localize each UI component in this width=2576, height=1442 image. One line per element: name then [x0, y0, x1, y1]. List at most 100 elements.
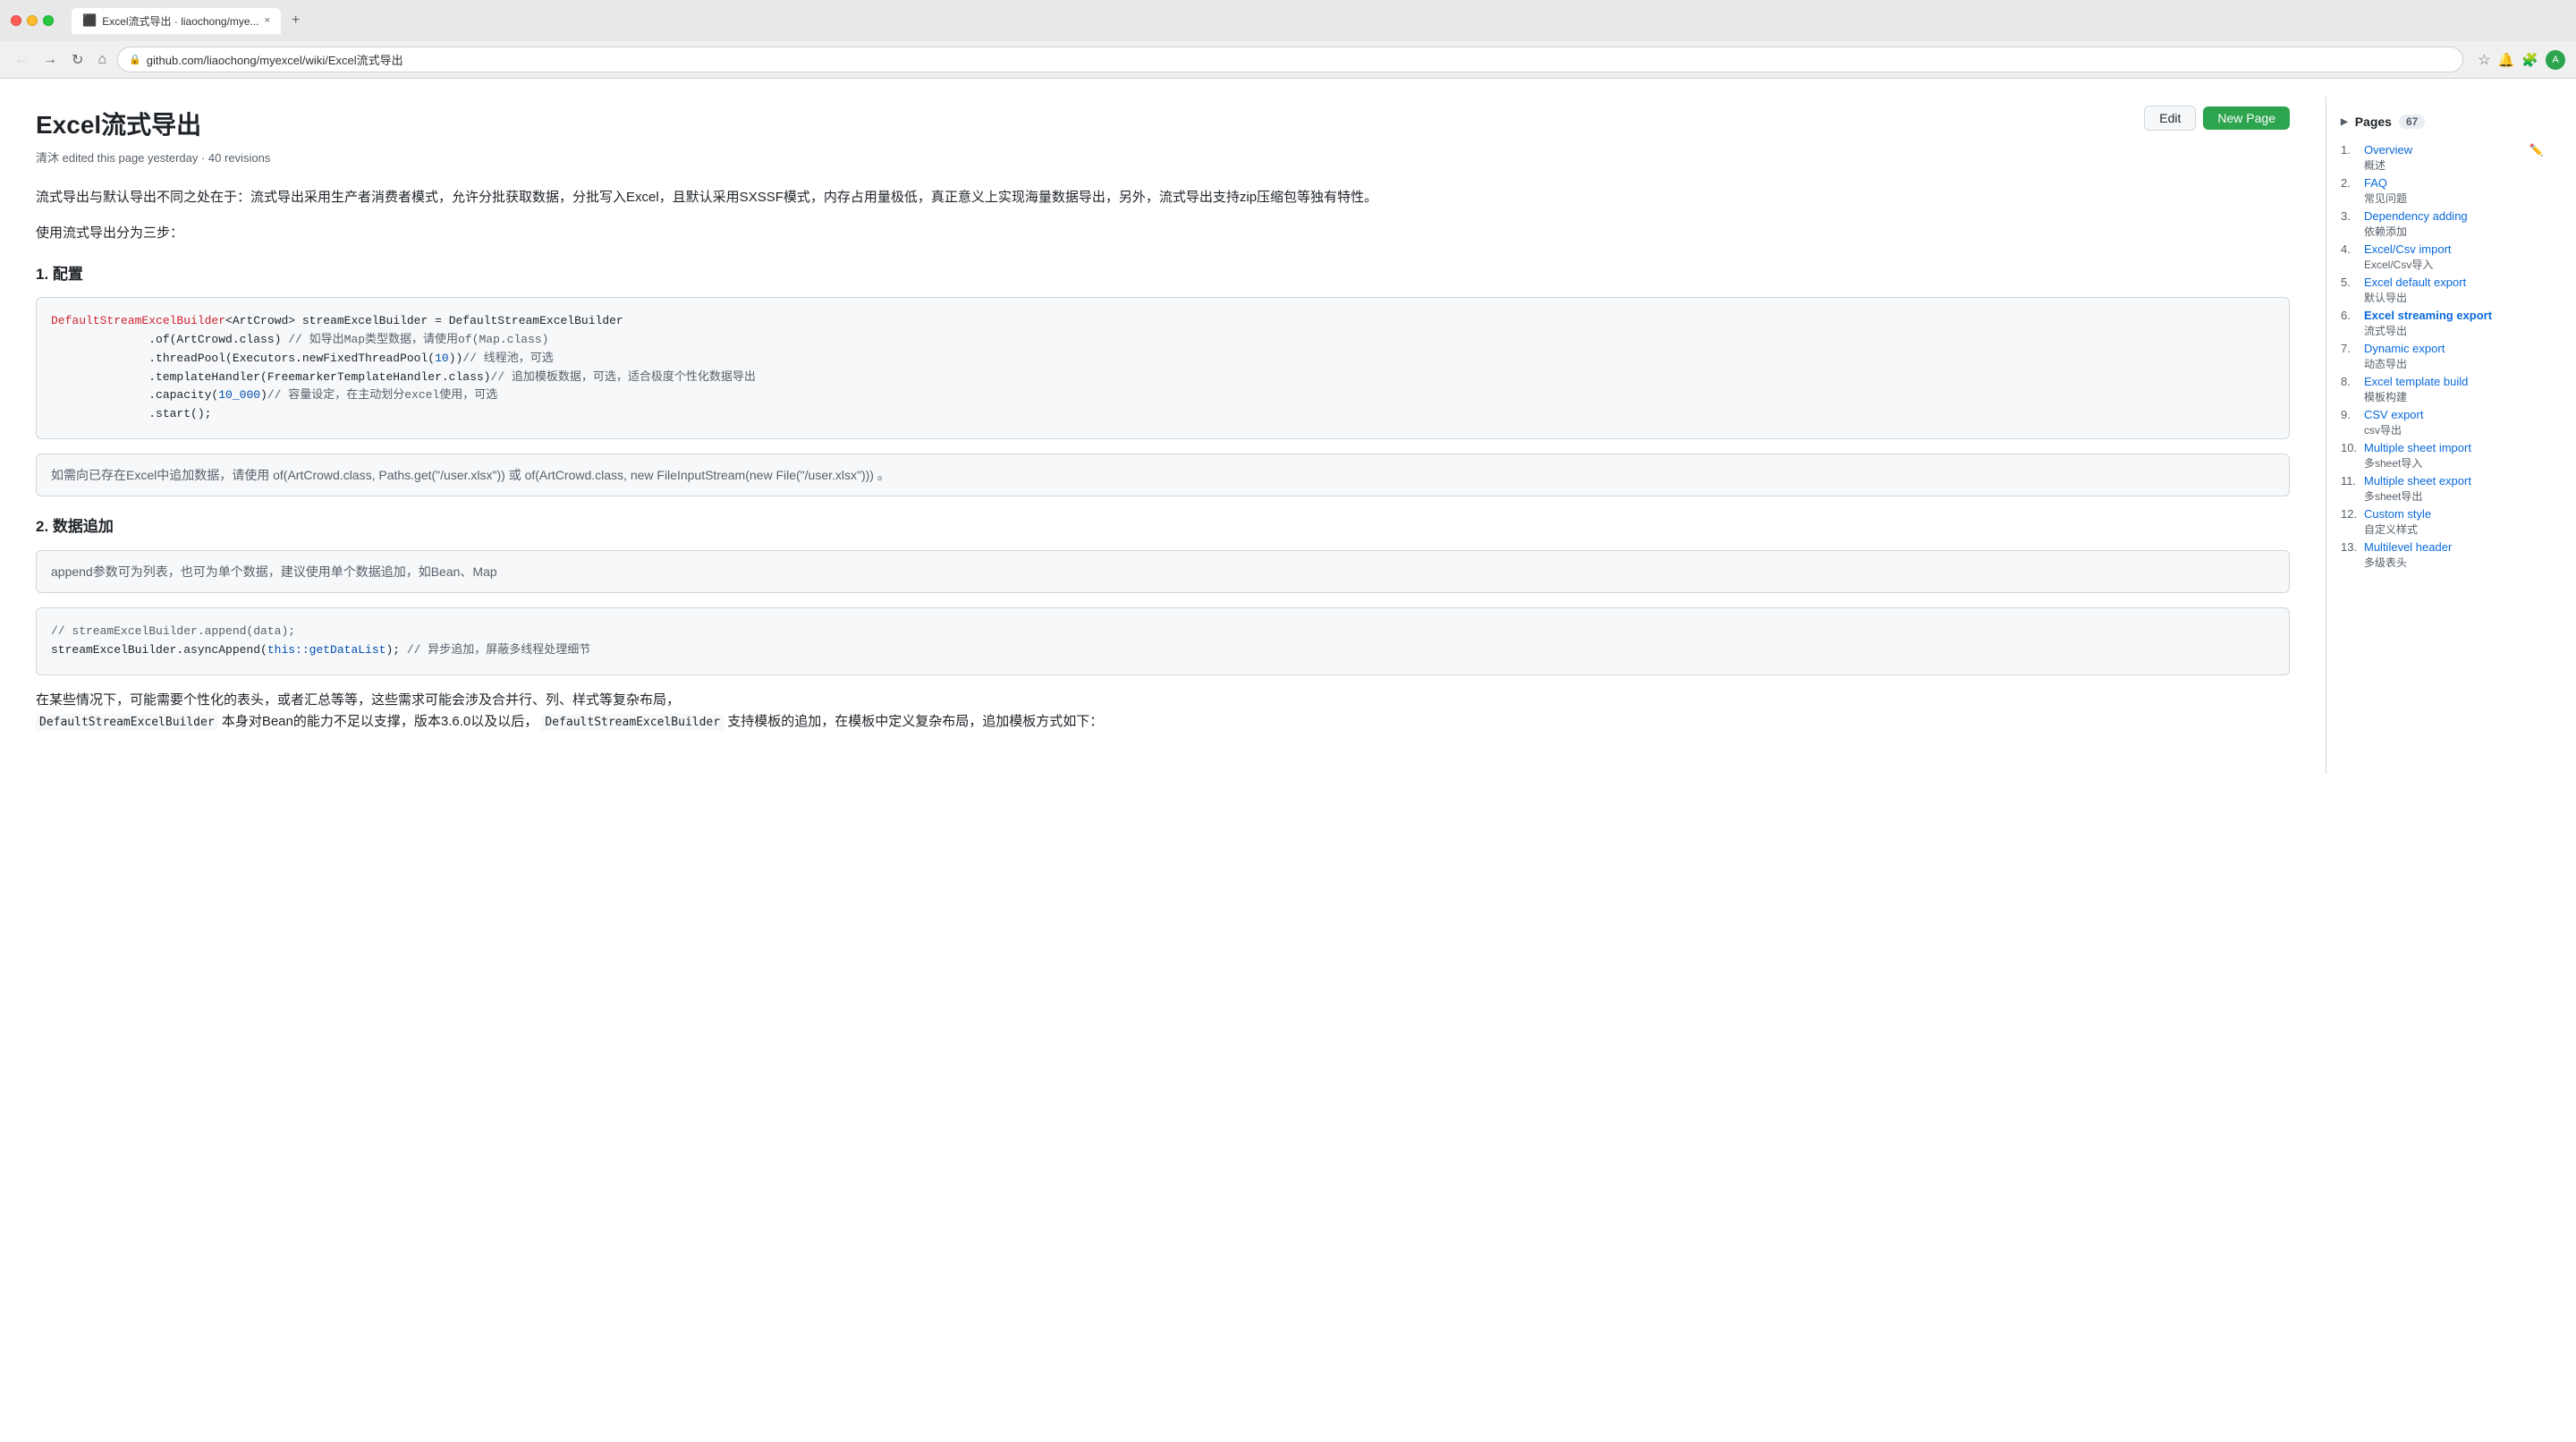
- traffic-lights: [11, 15, 54, 26]
- lock-icon: 🔒: [129, 54, 141, 65]
- address-right-icons: ☆ 🔔 🧩 A: [2478, 50, 2565, 70]
- nav-link-cn: csv导出: [2364, 422, 2423, 437]
- item-number: 1.: [2341, 143, 2360, 157]
- nav-link-en[interactable]: Dependency adding: [2364, 209, 2468, 223]
- wiki-body: 流式导出与默认导出不同之处在于：流式导出采用生产者消费者模式，允许分批获取数据，…: [36, 187, 2290, 733]
- note-block-2: append参数可为列表，也可为单个数据，建议使用单个数据追加，如Bean、Ma…: [36, 550, 2290, 593]
- code-block-1: DefaultStreamExcelBuilder<ArtCrowd> stre…: [36, 297, 2290, 439]
- nav-link-en[interactable]: Excel default export: [2364, 276, 2466, 289]
- nav-link-cn: 自定义样式: [2364, 522, 2431, 537]
- wiki-nav-list: 1. Overview 概述 ✏️ 2. FAQ 常见问题: [2341, 143, 2544, 570]
- title-bar: ⬛ Excel流式导出 · liaochong/mye... × +: [0, 0, 2576, 41]
- nav-link-en[interactable]: Multiple sheet import: [2364, 441, 2471, 454]
- nav-link-cn: Excel/Csv导入: [2364, 257, 2452, 272]
- item-number: 7.: [2341, 342, 2360, 355]
- header-actions: Edit New Page: [2144, 106, 2290, 131]
- nav-link-cn: 多sheet导入: [2364, 455, 2471, 471]
- traffic-light-green[interactable]: [43, 15, 54, 26]
- nav-link-cn: 模板构建: [2364, 389, 2468, 404]
- profile-icon[interactable]: A: [2546, 50, 2565, 70]
- edit-pencil-icon[interactable]: ✏️: [2529, 143, 2544, 157]
- nav-link-cn: 多sheet导出: [2364, 488, 2471, 504]
- tab-bar: ⬛ Excel流式导出 · liaochong/mye... × +: [61, 7, 2565, 34]
- browser-chrome: ⬛ Excel流式导出 · liaochong/mye... × + ← → ↻…: [0, 0, 2576, 79]
- bookmark-icon[interactable]: ☆: [2478, 51, 2490, 69]
- nav-link-cn: 依赖添加: [2364, 224, 2468, 239]
- traffic-light-yellow[interactable]: [27, 15, 38, 26]
- page-title: Excel流式导出: [36, 106, 201, 141]
- list-item: 5. Excel default export 默认导出: [2341, 276, 2544, 305]
- refresh-button[interactable]: ↻: [68, 49, 87, 71]
- new-page-button[interactable]: New Page: [2203, 106, 2290, 130]
- pages-label: Pages: [2355, 115, 2392, 129]
- nav-link-cn: 流式导出: [2364, 323, 2492, 338]
- list-item: 6. Excel streaming export 流式导出: [2341, 309, 2544, 338]
- nav-link-cn: 常见问题: [2364, 191, 2407, 206]
- page-meta: 清沐 edited this page yesterday · 40 revis…: [36, 148, 2290, 165]
- inline-code-1: DefaultStreamExcelBuilder: [36, 714, 218, 731]
- intro-paragraph-1: 流式导出与默认导出不同之处在于：流式导出采用生产者消费者模式，允许分批获取数据，…: [36, 187, 2290, 208]
- back-button[interactable]: ←: [11, 50, 32, 70]
- nav-link-en[interactable]: Excel streaming export: [2364, 309, 2492, 322]
- item-number: 13.: [2341, 540, 2360, 554]
- item-number: 9.: [2341, 408, 2360, 421]
- nav-link-en[interactable]: Excel template build: [2364, 375, 2468, 388]
- nav-link-en[interactable]: Multiple sheet export: [2364, 474, 2471, 488]
- list-item: 2. FAQ 常见问题: [2341, 176, 2544, 206]
- nav-link-en[interactable]: Overview: [2364, 143, 2412, 157]
- step2-heading: 2. 数据追加: [36, 514, 2290, 539]
- list-item: 1. Overview 概述 ✏️: [2341, 143, 2544, 173]
- note-text-2: append参数可为列表，也可为单个数据，建议使用单个数据追加，如Bean、Ma…: [51, 564, 497, 579]
- page-container: Excel流式导出 Edit New Page 清沐 edited this p…: [0, 79, 2576, 774]
- pages-header[interactable]: ▶ Pages 67: [2341, 115, 2544, 129]
- item-number: 4.: [2341, 242, 2360, 256]
- list-item: 12. Custom style 自定义样式: [2341, 507, 2544, 537]
- list-item: 11. Multiple sheet export 多sheet导出: [2341, 474, 2544, 504]
- nav-link-en[interactable]: Excel/Csv import: [2364, 242, 2452, 256]
- sidebar: ▶ Pages 67 1. Overview 概述 ✏️: [2326, 97, 2558, 774]
- item-number: 5.: [2341, 276, 2360, 289]
- nav-link-en[interactable]: Dynamic export: [2364, 342, 2445, 355]
- inline-code-2: DefaultStreamExcelBuilder: [541, 714, 724, 731]
- tab-title: Excel流式导出 · liaochong/mye...: [102, 13, 258, 29]
- item-number: 6.: [2341, 309, 2360, 322]
- code-span-red: DefaultStreamExcelBuilder: [51, 314, 225, 327]
- note-block-1: 如需向已存在Excel中追加数据，请使用 of(ArtCrowd.class, …: [36, 454, 2290, 496]
- nav-link-en[interactable]: Multilevel header: [2364, 540, 2452, 554]
- pages-count-badge: 67: [2399, 115, 2425, 129]
- list-item: 8. Excel template build 模板构建: [2341, 375, 2544, 404]
- list-item: 10. Multiple sheet import 多sheet导入: [2341, 441, 2544, 471]
- new-tab-button[interactable]: +: [284, 7, 307, 34]
- list-item: 3. Dependency adding 依赖添加: [2341, 209, 2544, 239]
- list-item: 13. Multilevel header 多级表头: [2341, 540, 2544, 570]
- page-header: Excel流式导出 Edit New Page: [36, 106, 2290, 141]
- nav-link-en[interactable]: Custom style: [2364, 507, 2431, 521]
- note-text-1: 如需向已存在Excel中追加数据，请使用 of(ArtCrowd.class, …: [51, 468, 890, 482]
- address-bar: ← → ↻ ⌂ 🔒 github.com/liaochong/myexcel/w…: [0, 41, 2576, 78]
- step1-heading: 1. 配置: [36, 262, 2290, 286]
- tab-close-button[interactable]: ×: [265, 15, 270, 26]
- item-number: 11.: [2341, 474, 2360, 488]
- code-block-2: // streamExcelBuilder.append(data); stre…: [36, 607, 2290, 675]
- active-tab[interactable]: ⬛ Excel流式导出 · liaochong/mye... ×: [72, 8, 281, 34]
- github-icon: ⬛: [82, 13, 97, 28]
- pages-chevron-icon: ▶: [2341, 117, 2348, 127]
- list-item: 7. Dynamic export 动态导出: [2341, 342, 2544, 371]
- forward-button[interactable]: →: [39, 50, 61, 70]
- item-number: 3.: [2341, 209, 2360, 223]
- extension-icon-2[interactable]: 🧩: [2521, 52, 2538, 68]
- edit-button[interactable]: Edit: [2144, 106, 2196, 131]
- home-button[interactable]: ⌂: [94, 50, 110, 70]
- nav-link-en[interactable]: CSV export: [2364, 408, 2423, 421]
- item-number: 10.: [2341, 441, 2360, 454]
- item-number: 2.: [2341, 176, 2360, 190]
- traffic-light-red[interactable]: [11, 15, 21, 26]
- intro-paragraph-2: 使用流式导出分为三步：: [36, 223, 2290, 244]
- nav-link-cn: 多级表头: [2364, 555, 2452, 570]
- url-bar[interactable]: 🔒 github.com/liaochong/myexcel/wiki/Exce…: [117, 47, 2463, 72]
- url-text: github.com/liaochong/myexcel/wiki/Excel流…: [147, 51, 403, 68]
- item-number: 8.: [2341, 375, 2360, 388]
- intro-paragraph-3: 在某些情况下，可能需要个性化的表头，或者汇总等等，这些需求可能会涉及合并行、列、…: [36, 690, 2290, 733]
- nav-link-en[interactable]: FAQ: [2364, 176, 2407, 190]
- extension-icon-1[interactable]: 🔔: [2498, 52, 2515, 68]
